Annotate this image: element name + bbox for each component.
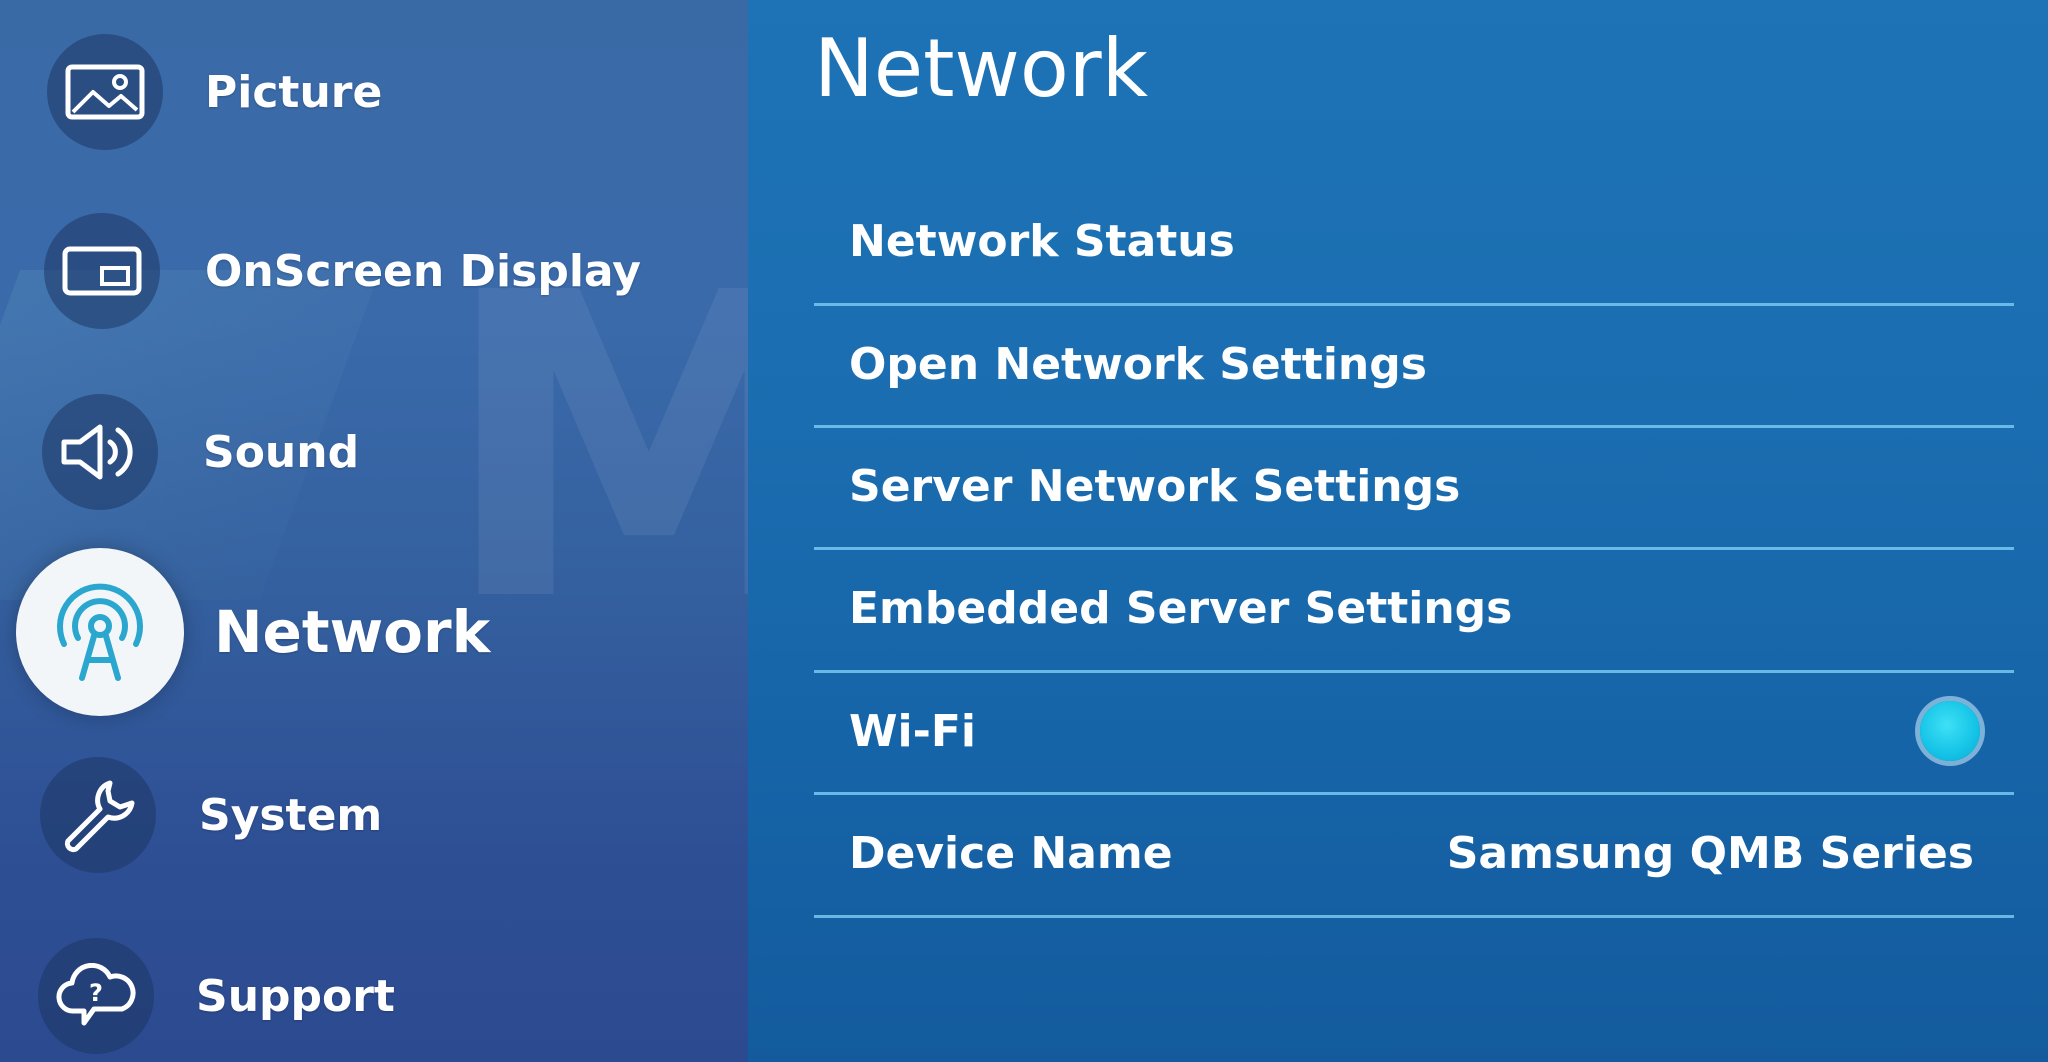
antenna-icon	[16, 548, 184, 716]
wrench-icon	[40, 757, 156, 873]
network-settings-panel: Network Network Status Open Network Sett…	[748, 0, 2048, 1062]
sidebar-item-support[interactable]: ? Support	[0, 921, 748, 1062]
sidebar-item-system[interactable]: System	[0, 740, 748, 890]
svg-text:?: ?	[89, 979, 103, 1007]
settings-sidebar: M Picture OnScreen Display Sound Network…	[0, 0, 748, 1062]
network-status-item[interactable]: Network Status	[814, 180, 2014, 302]
row-label: Embedded Server Settings	[849, 582, 1513, 634]
embedded-server-settings-item[interactable]: Embedded Server Settings	[814, 547, 2014, 669]
sidebar-item-onscreen-display[interactable]: OnScreen Display	[0, 196, 748, 346]
device-name-value: Samsung QMB Series	[1446, 827, 1974, 879]
tv-settings-screen: M Picture OnScreen Display Sound Network…	[0, 0, 2048, 1062]
row-label: Wi-Fi	[849, 705, 977, 757]
wifi-toggle-item[interactable]: Wi-Fi	[814, 670, 2014, 792]
row-label: Device Name	[849, 827, 1173, 879]
help-cloud-icon: ?	[38, 938, 154, 1054]
server-network-settings-item[interactable]: Server Network Settings	[814, 425, 2014, 547]
sidebar-item-picture[interactable]: Picture	[0, 17, 748, 167]
sidebar-item-sound[interactable]: Sound	[0, 377, 748, 527]
picture-icon	[47, 34, 163, 150]
onscreen-display-icon	[44, 213, 160, 329]
row-label: Network Status	[849, 215, 1235, 267]
open-network-settings-item[interactable]: Open Network Settings	[814, 303, 2014, 425]
sidebar-item-label: Picture	[205, 66, 383, 118]
sidebar-item-label: Network	[214, 598, 491, 666]
speaker-icon	[42, 394, 158, 510]
divider	[814, 915, 2014, 918]
sidebar-item-label: OnScreen Display	[205, 245, 641, 297]
row-label: Open Network Settings	[849, 338, 1427, 390]
row-label: Server Network Settings	[849, 460, 1461, 512]
sidebar-item-network[interactable]: Network	[0, 548, 748, 716]
sidebar-item-label: System	[199, 789, 383, 841]
page-title: Network	[814, 22, 1149, 115]
sidebar-item-label: Sound	[203, 426, 360, 478]
device-name-item[interactable]: Device Name Samsung QMB Series	[814, 792, 2014, 914]
sidebar-item-label: Support	[196, 970, 395, 1022]
wifi-toggle[interactable]	[1920, 701, 1980, 761]
